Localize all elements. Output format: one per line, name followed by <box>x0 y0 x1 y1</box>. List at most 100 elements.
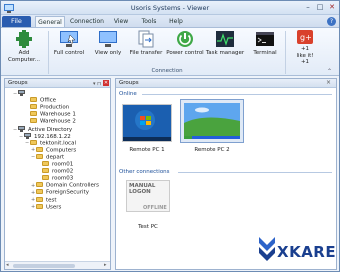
test-pc-thumbnail[interactable]: MANUAL LOGON OFFLINE <box>126 180 170 212</box>
tree-item[interactable]: Office <box>25 97 56 104</box>
task-manager-icon <box>216 31 234 47</box>
full-control-button[interactable]: Full control <box>49 30 89 57</box>
window-title: Usoris Systems - Viewer <box>130 4 210 12</box>
like-text: like it! <box>296 52 314 59</box>
windows-xp-desktop-icon <box>184 103 240 139</box>
folder-icon <box>30 139 37 145</box>
online-section-title: Online <box>119 91 137 97</box>
view-only-label: View only <box>94 50 122 56</box>
tree-item[interactable]: + test <box>31 196 57 204</box>
add-computer-label: Add Computer... <box>7 50 41 63</box>
folder-icon <box>30 118 37 124</box>
groups-panel: Groups ▾ ⊓ ✕ − Office Production Warehouse … <box>4 78 111 270</box>
horizontal-scrollbar[interactable]: ◂ ▸ <box>5 261 110 269</box>
tree-item[interactable]: + Computers <box>31 146 77 154</box>
power-control-button[interactable]: Power control <box>165 30 205 57</box>
terminal-icon <box>256 32 274 46</box>
power-icon <box>177 31 193 47</box>
tree-item[interactable]: − depart <box>31 153 65 161</box>
power-control-label: Power control <box>166 50 204 56</box>
close-panel-icon[interactable]: ✕ <box>103 80 109 86</box>
terminal-label: Terminal <box>253 50 277 56</box>
tree-item[interactable]: + Users <box>31 203 62 211</box>
ribbon-panel: Add Computer... Full control View only F… <box>1 27 339 76</box>
folder-icon <box>36 189 43 195</box>
offline-status: OFFLINE <box>143 205 167 211</box>
tree-item-label: Office <box>40 97 57 104</box>
scrollbar-thumb[interactable] <box>13 264 75 268</box>
tree-item-label: Users <box>46 204 62 211</box>
scroll-right-icon[interactable]: ▸ <box>104 262 107 268</box>
folder-icon <box>36 153 43 159</box>
test-pc-label: Test PC <box>138 224 158 230</box>
maximize-button[interactable]: □ <box>315 3 325 12</box>
tree-item-label: Computers <box>46 147 77 154</box>
tree-item-label: Active Directory <box>28 126 73 133</box>
tree-item-label: room01 <box>52 161 74 168</box>
tab-connection[interactable]: Connection <box>69 16 105 27</box>
file-transfer-label: File transfer <box>129 50 163 56</box>
tree-item-label: room02 <box>52 168 74 175</box>
folder-icon <box>30 111 37 117</box>
like-button[interactable]: g+ +1 like it! +1 <box>288 30 322 66</box>
file-transfer-icon <box>138 30 154 48</box>
network-icon <box>24 132 31 139</box>
tree-item[interactable]: −192.168.1.22 <box>19 132 71 140</box>
tree-item[interactable]: room01 <box>37 161 73 168</box>
network-icon <box>18 125 25 132</box>
help-icon[interactable]: ? <box>327 17 336 26</box>
network-icon <box>18 90 25 96</box>
file-transfer-button[interactable]: File transfer <box>127 30 165 57</box>
close-panel-icon[interactable]: × <box>326 80 332 86</box>
full-control-label: Full control <box>53 50 85 56</box>
tree-item[interactable]: − <box>13 90 28 97</box>
tree-item[interactable]: room02 <box>37 168 73 175</box>
minimize-button[interactable]: – <box>303 3 313 12</box>
tree-item[interactable]: + ForeignSecurity <box>31 189 89 196</box>
tree-item[interactable]: Warehouse 2 <box>25 118 76 125</box>
tree-item-label: Warehouse 1 <box>40 111 76 118</box>
tab-view[interactable]: View <box>109 16 133 27</box>
group-divider <box>285 31 286 74</box>
terminal-button[interactable]: Terminal <box>247 30 283 57</box>
windows7-desktop-icon <box>123 105 171 141</box>
download-arrow-icon <box>259 237 275 261</box>
tab-general[interactable]: General <box>35 16 65 27</box>
ribbon-collapse-icon[interactable]: ⌃ <box>327 68 332 75</box>
tab-tools[interactable]: Tools <box>137 16 161 27</box>
view-only-button[interactable]: View only <box>91 30 125 57</box>
tree-item-label: depart <box>46 154 65 161</box>
remote-pc-1-thumbnail[interactable] <box>122 104 172 142</box>
app-window: Usoris Systems - Viewer – □ ✕ File Gener… <box>0 0 340 272</box>
title-bar: Usoris Systems - Viewer – □ ✕ <box>1 1 339 15</box>
close-button[interactable]: ✕ <box>327 3 337 12</box>
task-manager-button[interactable]: Task manager <box>205 30 245 57</box>
tree-item[interactable]: Production <box>25 104 69 111</box>
full-control-icon <box>60 31 78 47</box>
task-manager-label: Task manager <box>205 50 245 56</box>
manual-logon-label: MANUAL LOGON <box>129 183 156 195</box>
folder-icon <box>36 182 43 188</box>
folder-icon <box>30 104 37 110</box>
tree-item-label: test <box>46 197 57 203</box>
folder-icon <box>36 203 43 209</box>
tab-help[interactable]: Help <box>165 16 187 27</box>
like-count-top: +1 <box>300 46 310 52</box>
watermark-logo: XKARE <box>257 233 339 269</box>
pin-icon[interactable]: ▾ ⊓ <box>93 80 101 89</box>
tab-file[interactable]: File <box>2 16 31 27</box>
folder-icon <box>36 196 43 202</box>
tree-item-label: ForeignSecurity <box>46 189 89 196</box>
groups-panel-title: Groups <box>8 80 28 86</box>
folder-icon <box>42 168 49 174</box>
tree-item[interactable]: room03 <box>37 175 73 182</box>
tree-item-label: 192.168.1.22 <box>34 133 71 140</box>
tree-item[interactable]: − Active Directory <box>13 125 73 133</box>
tree-item[interactable]: Warehouse 1 <box>25 111 76 118</box>
remote-pc-2-thumbnail[interactable] <box>180 99 244 143</box>
tree-item[interactable]: − tektonit.local <box>25 139 76 147</box>
add-computer-icon <box>16 30 32 48</box>
add-computer-button[interactable]: Add Computer... <box>3 30 45 63</box>
tree-item[interactable]: + Domain Controllers <box>31 182 99 189</box>
scroll-left-icon[interactable]: ◂ <box>6 262 9 268</box>
